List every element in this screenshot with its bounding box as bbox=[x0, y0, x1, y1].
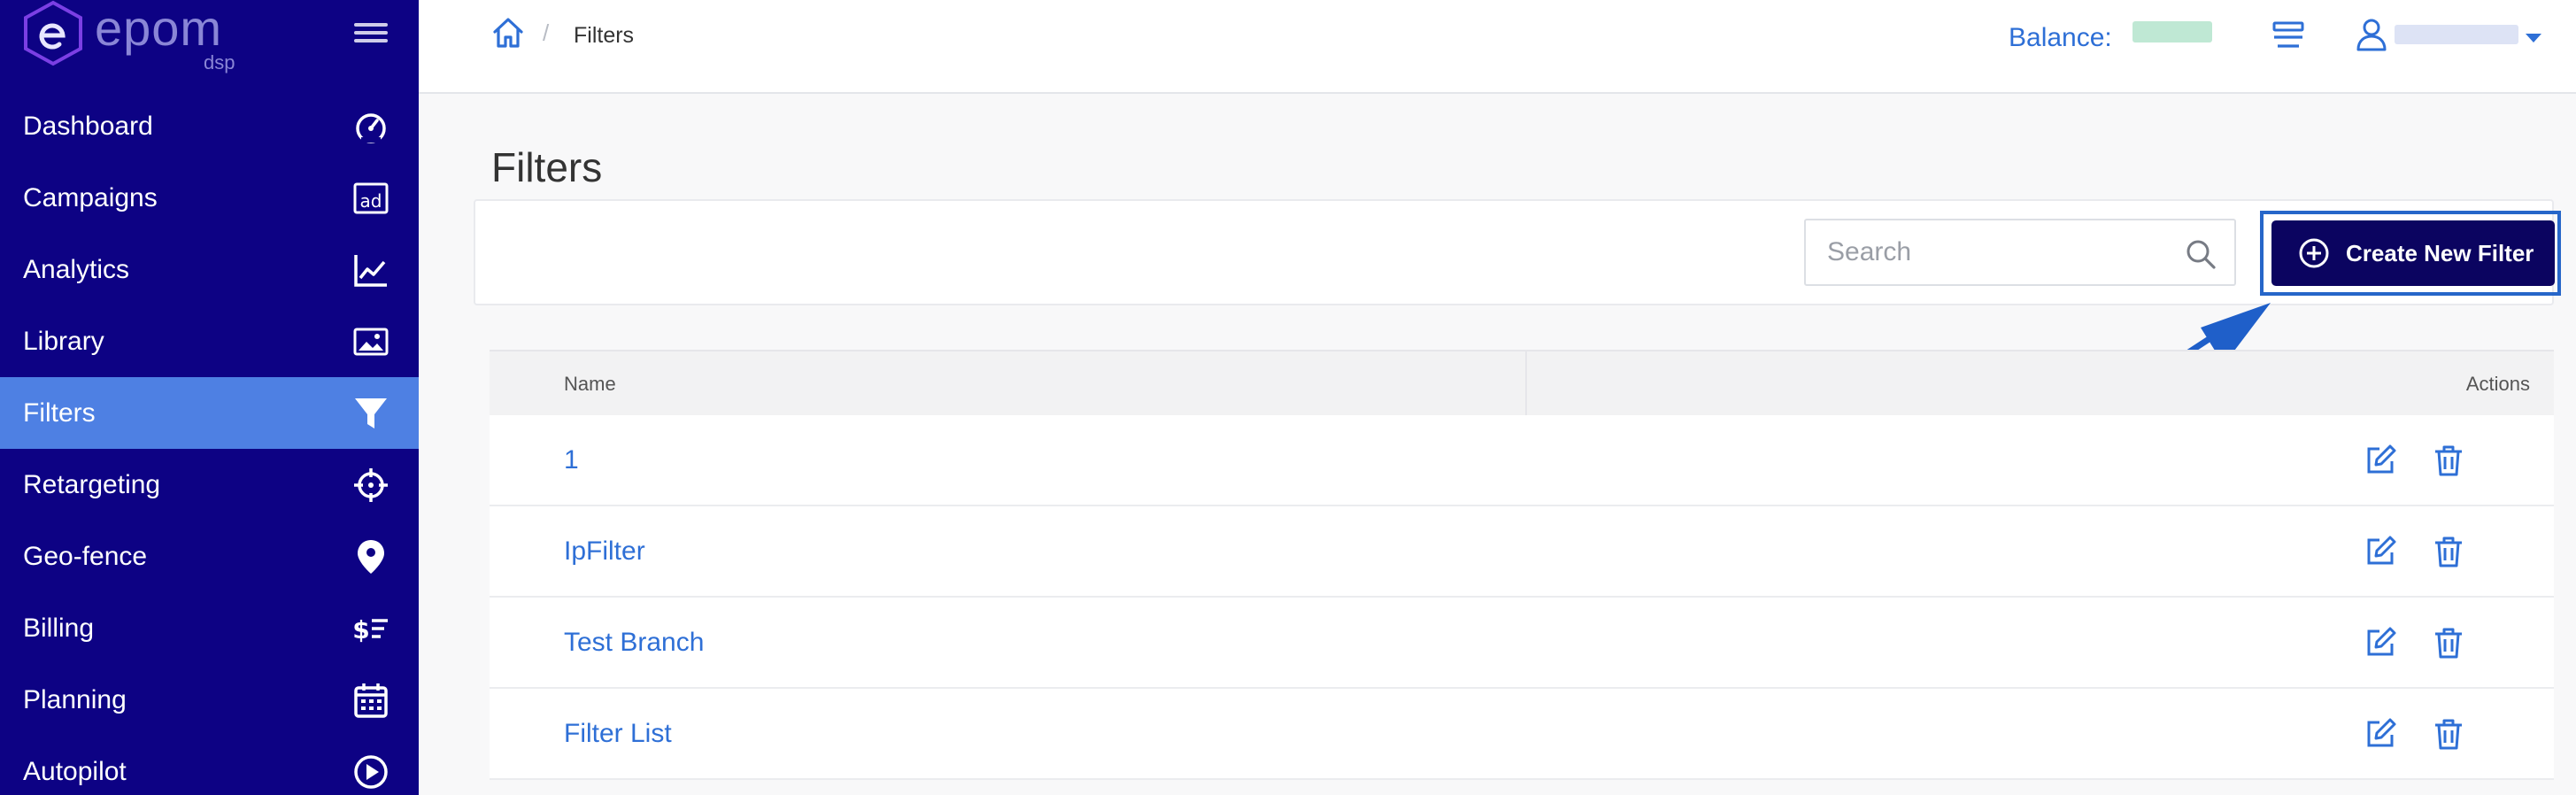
map-pin-icon bbox=[358, 540, 384, 574]
home-icon[interactable] bbox=[491, 16, 525, 50]
filters-toolbar bbox=[474, 199, 2554, 305]
search-field[interactable] bbox=[1804, 219, 2236, 286]
calendar-icon bbox=[354, 683, 388, 718]
brand-logo[interactable]: epom dsp bbox=[22, 0, 252, 73]
sidebar-item-filters[interactable]: Filters bbox=[0, 377, 419, 449]
sidebar-item-label: Autopilot bbox=[23, 756, 127, 786]
page-title: Filters bbox=[491, 144, 603, 190]
plus-circle-icon bbox=[2299, 238, 2329, 268]
sidebar-item-library[interactable]: Library bbox=[0, 305, 419, 377]
sidebar-item-campaigns[interactable]: Campaigns ad bbox=[0, 162, 419, 234]
svg-text:$: $ bbox=[352, 615, 369, 644]
create-new-filter-button[interactable]: Create New Filter bbox=[2271, 220, 2555, 286]
table-row: Filter List bbox=[490, 689, 2554, 780]
top-header: / Filters Balance: bbox=[419, 0, 2576, 94]
search-input[interactable] bbox=[1806, 220, 2178, 284]
sidebar-item-geo-fence[interactable]: Geo-fence bbox=[0, 521, 419, 592]
filter-icon bbox=[355, 398, 387, 428]
sidebar-item-label: Dashboard bbox=[23, 111, 153, 141]
analytics-chart-icon bbox=[354, 255, 387, 287]
edit-icon[interactable] bbox=[2364, 444, 2397, 477]
sidebar-item-label: Retargeting bbox=[23, 469, 161, 499]
create-button-label: Create New Filter bbox=[2346, 239, 2534, 266]
table-row: IpFilter bbox=[490, 506, 2554, 598]
sidebar-item-label: Billing bbox=[23, 613, 95, 643]
sidebar-item-analytics[interactable]: Analytics bbox=[0, 234, 419, 305]
sidebar-item-planning[interactable]: Planning bbox=[0, 664, 419, 736]
breadcrumb-separator: / bbox=[543, 19, 550, 46]
sidebar-nav: Dashboard Campaigns ad Analytics Library… bbox=[0, 90, 419, 795]
user-icon[interactable] bbox=[2356, 18, 2387, 51]
menu-toggle-icon[interactable] bbox=[354, 23, 388, 50]
column-divider bbox=[1525, 351, 1527, 417]
image-icon bbox=[353, 328, 389, 356]
user-name-redacted[interactable] bbox=[2395, 25, 2518, 44]
edit-icon[interactable] bbox=[2364, 626, 2397, 660]
table-header: Name Actions bbox=[490, 350, 2554, 417]
edit-icon[interactable] bbox=[2364, 535, 2397, 568]
sidebar-item-billing[interactable]: Billing $ bbox=[0, 592, 419, 664]
brand-name: epom bbox=[95, 0, 223, 56]
chevron-down-icon[interactable] bbox=[2524, 32, 2543, 44]
filter-name-link[interactable]: IpFilter bbox=[564, 536, 645, 567]
sidebar-item-label: Library bbox=[23, 326, 104, 356]
balance-value-redacted bbox=[2133, 21, 2212, 42]
sidebar-item-retargeting[interactable]: Retargeting bbox=[0, 449, 419, 521]
sidebar-item-label: Planning bbox=[23, 684, 127, 714]
play-circle-icon bbox=[354, 755, 388, 789]
breadcrumb-current: Filters bbox=[574, 23, 635, 48]
sidebar-item-dashboard[interactable]: Dashboard bbox=[0, 90, 419, 162]
svg-text:ad: ad bbox=[360, 190, 382, 212]
billing-icon: $ bbox=[352, 615, 388, 644]
crosshair-icon bbox=[354, 468, 388, 502]
trash-icon[interactable] bbox=[2432, 626, 2465, 660]
ad-icon: ad bbox=[353, 182, 389, 214]
table-row: 1 bbox=[490, 415, 2554, 506]
trash-icon[interactable] bbox=[2432, 444, 2465, 477]
balance-label: Balance: bbox=[2009, 23, 2112, 52]
search-icon[interactable] bbox=[2185, 238, 2217, 270]
sidebar-item-label: Filters bbox=[23, 398, 96, 428]
filter-name-link[interactable]: 1 bbox=[564, 445, 579, 475]
edit-icon[interactable] bbox=[2364, 717, 2397, 751]
filters-table: Name Actions 1 IpFilter Test Branch Filt… bbox=[490, 350, 2554, 780]
column-header-actions: Actions bbox=[2465, 373, 2530, 395]
dashboard-gauge-icon bbox=[356, 113, 386, 143]
sidebar: epom dsp Dashboard Campaigns ad Analytic… bbox=[0, 0, 419, 795]
sidebar-item-autopilot[interactable]: Autopilot bbox=[0, 736, 419, 795]
sidebar-item-label: Analytics bbox=[23, 254, 130, 284]
sidebar-item-label: Campaigns bbox=[23, 182, 158, 212]
sidebar-item-label: Geo-fence bbox=[23, 541, 148, 571]
brand-sub: dsp bbox=[204, 51, 235, 73]
trash-icon[interactable] bbox=[2432, 717, 2465, 751]
filter-name-link[interactable]: Test Branch bbox=[564, 628, 704, 658]
logo-hexagon-icon bbox=[24, 0, 82, 66]
filter-name-link[interactable]: Filter List bbox=[564, 719, 672, 749]
stack-list-icon[interactable] bbox=[2271, 19, 2306, 51]
column-header-name[interactable]: Name bbox=[564, 373, 616, 396]
trash-icon[interactable] bbox=[2432, 535, 2465, 568]
table-row: Test Branch bbox=[490, 598, 2554, 689]
